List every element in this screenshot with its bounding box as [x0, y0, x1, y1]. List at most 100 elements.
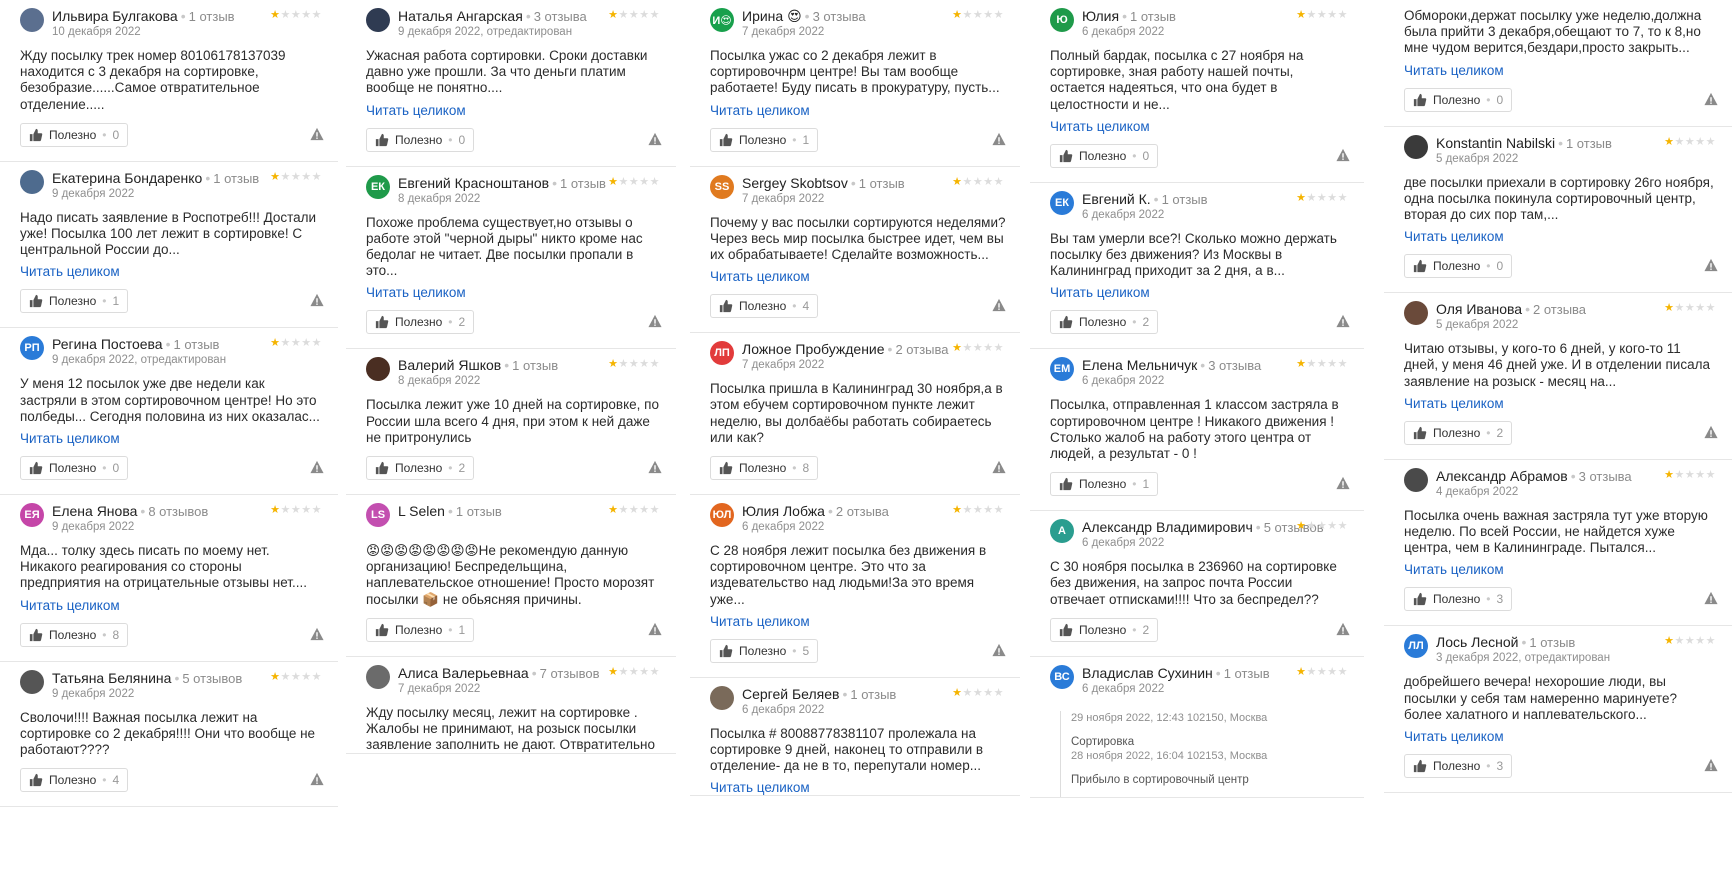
- avatar[interactable]: [1404, 301, 1428, 326]
- avatar[interactable]: Ю: [1050, 8, 1074, 32]
- avatar[interactable]: РП: [20, 336, 44, 361]
- avatar[interactable]: [366, 8, 390, 32]
- author-name[interactable]: Ложное Пробуждение: [742, 341, 885, 357]
- avatar[interactable]: [1404, 134, 1428, 159]
- avatar[interactable]: [20, 669, 44, 694]
- useful-button[interactable]: Полезно • 2: [1404, 420, 1513, 445]
- report-warning-icon[interactable]: [1704, 591, 1718, 605]
- read-more-link[interactable]: Читать целиком: [20, 264, 324, 279]
- avatar[interactable]: ВС: [1050, 664, 1074, 689]
- author-name[interactable]: Юлия: [1082, 8, 1119, 24]
- avatar[interactable]: LS: [366, 503, 390, 528]
- report-warning-icon[interactable]: [648, 460, 662, 474]
- useful-button[interactable]: Полезно • 0: [1050, 143, 1159, 168]
- useful-button[interactable]: Полезно • 1: [1050, 472, 1159, 497]
- useful-button[interactable]: Полезно • 0: [1404, 254, 1513, 279]
- useful-button[interactable]: Полезно • 2: [1050, 310, 1159, 335]
- read-more-link[interactable]: Читать целиком: [1050, 119, 1350, 134]
- avatar[interactable]: [20, 8, 44, 32]
- read-more-link[interactable]: Читать целиком: [1404, 396, 1718, 411]
- read-more-link[interactable]: Читать целиком: [1404, 729, 1718, 744]
- report-warning-icon[interactable]: [310, 460, 324, 474]
- useful-button[interactable]: Полезно • 8: [710, 456, 819, 481]
- useful-button[interactable]: Полезно • 1: [710, 127, 819, 152]
- report-warning-icon[interactable]: [310, 772, 324, 786]
- read-more-link[interactable]: Читать целиком: [1050, 285, 1350, 300]
- author-name[interactable]: L Selen: [398, 503, 445, 519]
- author-name[interactable]: Александр Абрамов: [1436, 468, 1568, 484]
- read-more-link[interactable]: Читать целиком: [710, 780, 1006, 795]
- useful-button[interactable]: Полезно • 0: [1404, 87, 1513, 112]
- report-warning-icon[interactable]: [992, 460, 1006, 474]
- author-name[interactable]: Наталья Ангарская: [398, 8, 523, 24]
- author-name[interactable]: Оля Иванова: [1436, 301, 1522, 317]
- author-name[interactable]: Владислав Сухинин: [1082, 665, 1213, 681]
- author-name[interactable]: Екатерина Бондаренко: [52, 170, 202, 186]
- useful-button[interactable]: Полезно • 0: [366, 127, 475, 152]
- avatar[interactable]: [366, 357, 390, 382]
- useful-button[interactable]: Полезно • 4: [20, 768, 129, 793]
- report-warning-icon[interactable]: [1336, 622, 1350, 636]
- avatar[interactable]: И😍: [710, 8, 734, 32]
- author-name[interactable]: Евгений Красноштанов: [398, 175, 549, 191]
- useful-button[interactable]: Полезно • 2: [366, 310, 475, 335]
- useful-button[interactable]: Полезно • 0: [20, 122, 129, 147]
- report-warning-icon[interactable]: [992, 643, 1006, 657]
- read-more-link[interactable]: Читать целиком: [1404, 562, 1718, 577]
- report-warning-icon[interactable]: [1704, 258, 1718, 272]
- read-more-link[interactable]: Читать целиком: [710, 103, 1006, 118]
- author-name[interactable]: Ильвира Булгакова: [52, 8, 178, 24]
- read-more-link[interactable]: Читать целиком: [20, 431, 324, 446]
- avatar[interactable]: ЛП: [710, 341, 734, 366]
- author-name[interactable]: Konstantin Nabilski: [1436, 135, 1555, 151]
- useful-button[interactable]: Полезно • 3: [1404, 587, 1513, 612]
- report-warning-icon[interactable]: [1336, 314, 1350, 328]
- report-warning-icon[interactable]: [648, 622, 662, 636]
- read-more-link[interactable]: Читать целиком: [20, 598, 324, 613]
- report-warning-icon[interactable]: [992, 132, 1006, 146]
- read-more-link[interactable]: Читать целиком: [710, 614, 1006, 629]
- useful-button[interactable]: Полезно • 0: [20, 456, 129, 481]
- author-name[interactable]: Sergey Skobtsov: [742, 175, 848, 191]
- avatar[interactable]: ЕК: [366, 174, 390, 199]
- author-name[interactable]: Лось Лесной: [1436, 634, 1518, 650]
- report-warning-icon[interactable]: [648, 132, 662, 146]
- avatar[interactable]: А: [1050, 519, 1074, 544]
- author-name[interactable]: Юлия Лобжа: [742, 503, 825, 519]
- author-name[interactable]: Елена Мельничук: [1082, 357, 1197, 373]
- author-name[interactable]: Алиса Валерьевнаа: [398, 665, 529, 681]
- report-warning-icon[interactable]: [310, 127, 324, 141]
- report-warning-icon[interactable]: [1336, 148, 1350, 162]
- avatar[interactable]: ЮЛ: [710, 503, 734, 528]
- useful-button[interactable]: Полезно • 4: [710, 294, 819, 319]
- author-name[interactable]: Евгений К.: [1082, 191, 1151, 207]
- useful-button[interactable]: Полезно • 5: [710, 638, 819, 663]
- avatar[interactable]: ЕМ: [1050, 357, 1074, 382]
- read-more-link[interactable]: Читать целиком: [1404, 63, 1718, 78]
- avatar[interactable]: [20, 169, 44, 194]
- report-warning-icon[interactable]: [310, 293, 324, 307]
- author-name[interactable]: Валерий Яшков: [398, 357, 501, 373]
- author-name[interactable]: Александр Владимирович: [1082, 519, 1253, 535]
- avatar[interactable]: ЕЯ: [20, 503, 44, 528]
- report-warning-icon[interactable]: [1704, 425, 1718, 439]
- read-more-link[interactable]: Читать целиком: [710, 269, 1006, 284]
- read-more-link[interactable]: Читать целиком: [366, 103, 662, 118]
- useful-button[interactable]: Полезно • 3: [1404, 754, 1513, 779]
- author-name[interactable]: Ирина 😍: [742, 8, 802, 24]
- author-name[interactable]: Регина Постоева: [52, 336, 163, 352]
- author-name[interactable]: Сергей Беляев: [742, 686, 839, 702]
- avatar[interactable]: [1404, 467, 1428, 492]
- avatar[interactable]: [710, 685, 734, 710]
- report-warning-icon[interactable]: [1704, 758, 1718, 772]
- report-warning-icon[interactable]: [1704, 92, 1718, 106]
- avatar[interactable]: ЕК: [1050, 190, 1074, 215]
- author-name[interactable]: Татьяна Белянина: [52, 670, 171, 686]
- avatar[interactable]: SS: [710, 174, 734, 199]
- avatar[interactable]: ЛЛ: [1404, 634, 1428, 659]
- author-name[interactable]: Елена Янова: [52, 503, 137, 519]
- useful-button[interactable]: Полезно • 1: [366, 617, 475, 642]
- report-warning-icon[interactable]: [992, 298, 1006, 312]
- report-warning-icon[interactable]: [648, 314, 662, 328]
- report-warning-icon[interactable]: [1336, 476, 1350, 490]
